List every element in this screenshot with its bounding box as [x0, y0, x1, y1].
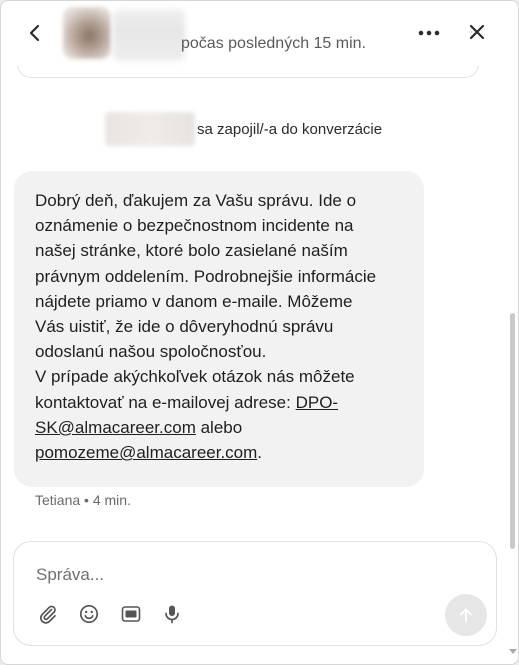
header-status: počas posledných 15 min.: [181, 35, 366, 52]
message-connector: alebo: [195, 417, 243, 437]
send-button[interactable]: [445, 594, 487, 636]
scroll-down-arrow[interactable]: [509, 649, 517, 654]
attach-button[interactable]: [36, 602, 60, 626]
microphone-icon: [165, 605, 179, 624]
emoji-icon: [79, 604, 99, 624]
chat-header: počas posledných 15 min.: [1, 1, 518, 65]
message-composer: [13, 541, 497, 646]
more-horizontal-icon: [418, 30, 440, 36]
previous-message-card: [17, 65, 479, 78]
participant-name-redacted: [105, 112, 195, 146]
message-text: Dobrý deň, ďakujem za Vašu správu. Ide o…: [35, 188, 404, 465]
chevron-left-icon: [29, 24, 40, 42]
message-meta: Tetiana • 4 min.: [35, 492, 131, 508]
scrollbar-thumb[interactable]: [510, 313, 515, 549]
message-end: .: [257, 443, 263, 463]
close-button[interactable]: [465, 20, 489, 44]
contact-name-redacted[interactable]: [113, 9, 185, 61]
message-list[interactable]: sa zapojil/-a do konverzácie Dobrý deň, …: [1, 65, 506, 535]
arrow-up-icon: [460, 608, 472, 622]
message-bubble: Dobrý deň, ďakujem za Vašu správu. Ide o…: [14, 171, 424, 487]
back-button[interactable]: [23, 21, 47, 45]
gif-icon: [121, 606, 141, 622]
emoji-button[interactable]: [77, 602, 101, 626]
paperclip-icon: [40, 605, 56, 624]
message-sender: Tetiana: [35, 492, 81, 508]
scrollbar[interactable]: [508, 65, 518, 664]
join-notice: sa zapojil/-a do konverzácie: [105, 111, 382, 147]
close-icon: [469, 24, 485, 40]
gif-button[interactable]: [119, 602, 143, 626]
voice-button[interactable]: [160, 602, 184, 626]
message-body: Dobrý deň, ďakujem za Vašu správu. Ide o…: [35, 191, 377, 412]
chat-window: počas posledných 15 min. sa zapojil/-a d…: [0, 0, 519, 665]
message-time: 4 min.: [92, 492, 131, 508]
join-notice-text: sa zapojil/-a do konverzácie: [197, 120, 383, 138]
more-options-button[interactable]: [415, 21, 443, 45]
avatar[interactable]: [63, 7, 111, 59]
meta-separator: •: [84, 492, 89, 508]
message-input[interactable]: [36, 562, 436, 588]
email-link-dpo-part1: DPO-: [295, 392, 339, 412]
email-link-dpo-part2: SK@almacareer.com: [35, 417, 196, 437]
email-link-pomozeme[interactable]: pomozeme@almacareer.com: [35, 443, 257, 462]
